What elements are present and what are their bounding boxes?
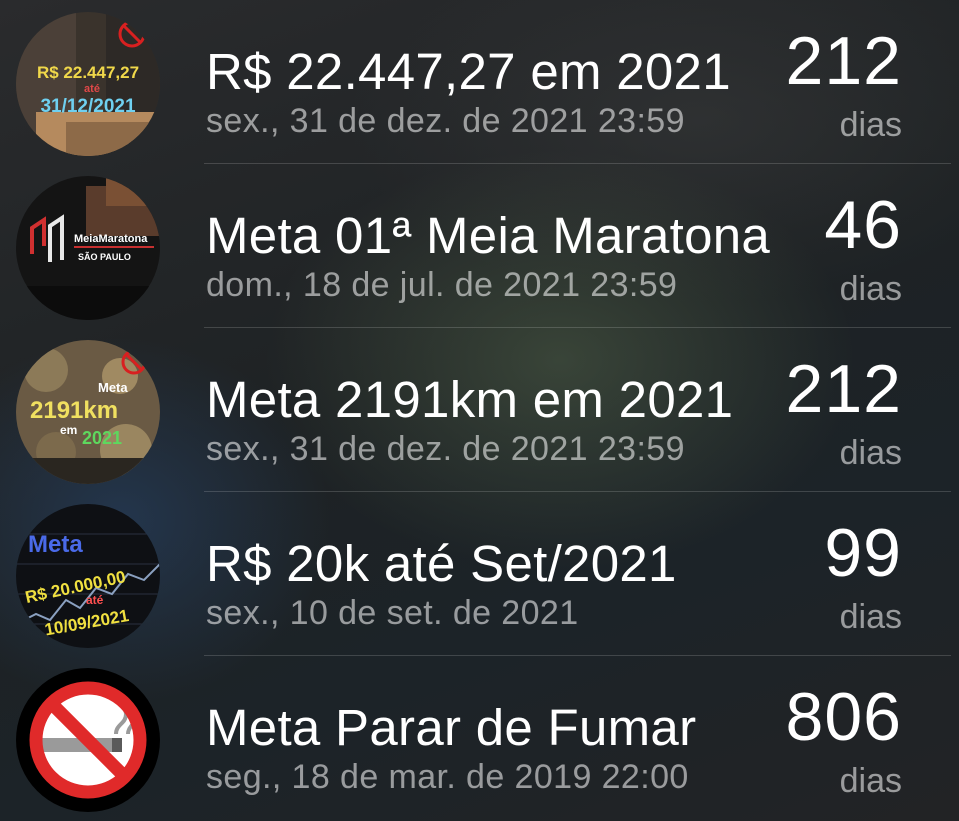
thumb-text: até — [84, 83, 100, 95]
countdown-date: sex., 31 de dez. de 2021 23:59 — [206, 430, 685, 468]
thumb-text: em — [60, 423, 77, 437]
countdown-item[interactable]: Meta 2191km em 2021 Meta 2191km em 2021 … — [0, 328, 959, 492]
days-count: 99 — [824, 515, 902, 591]
thumb-text: MeiaMaratona — [74, 233, 148, 245]
countdown-title: R$ 22.447,27 em 2021 — [206, 43, 731, 100]
thumb-text: Meta — [98, 380, 128, 395]
countdown-item[interactable]: R$ 22.447,27 até 31/12/2021 R$ 22.447,27… — [0, 0, 959, 164]
thumb-text: 31/12/2021 — [40, 96, 136, 117]
days-count: 212 — [785, 23, 902, 99]
days-unit: dias — [839, 270, 902, 308]
savings-goal-image: Meta R$ 20.000,00 até 10/09/2021 — [16, 504, 160, 648]
days-unit: dias — [839, 106, 902, 144]
countdown-title: Meta 2191km em 2021 — [206, 371, 734, 428]
countdown-item[interactable]: Meta R$ 20.000,00 até 10/09/2021 R$ 20k … — [0, 492, 959, 656]
countdown-date: dom., 18 de jul. de 2021 23:59 — [206, 266, 678, 304]
days-count: 806 — [785, 679, 902, 755]
thumb-text: Meta — [28, 531, 83, 558]
days-unit: dias — [839, 598, 902, 636]
countdown-title: R$ 20k até Set/2021 — [206, 535, 677, 592]
thumb-text: R$ 22.447,27 — [37, 63, 139, 82]
countdown-date: seg., 18 de mar. de 2019 22:00 — [206, 758, 689, 796]
thumb-text: até — [86, 593, 104, 607]
km-goal-image: Meta 2191km em 2021 — [16, 340, 160, 484]
countdown-title: Meta 01ª Meia Maratona — [206, 207, 771, 264]
days-unit: dias — [839, 434, 902, 472]
half-marathon-image: MeiaMaratona SÃO PAULO — [16, 176, 160, 320]
money-goal-image: R$ 22.447,27 até 31/12/2021 — [16, 12, 160, 156]
days-count: 212 — [785, 351, 902, 427]
thumb-text: 2021 — [82, 428, 122, 448]
countdown-list: R$ 22.447,27 até 31/12/2021 R$ 22.447,27… — [0, 0, 959, 821]
no-smoking-icon — [16, 668, 160, 812]
countdown-item[interactable]: Meta Parar de Fumar seg., 18 de mar. de … — [0, 656, 959, 820]
thumb-text: SÃO PAULO — [78, 252, 131, 262]
days-count: 46 — [824, 187, 902, 263]
thumb-text: 2191km — [30, 397, 118, 424]
countdown-date: sex., 31 de dez. de 2021 23:59 — [206, 102, 685, 140]
countdown-date: sex., 10 de set. de 2021 — [206, 594, 579, 632]
countdown-title: Meta Parar de Fumar — [206, 699, 697, 756]
days-unit: dias — [839, 762, 902, 800]
countdown-item[interactable]: MeiaMaratona SÃO PAULO Meta 01ª Meia Mar… — [0, 164, 959, 328]
